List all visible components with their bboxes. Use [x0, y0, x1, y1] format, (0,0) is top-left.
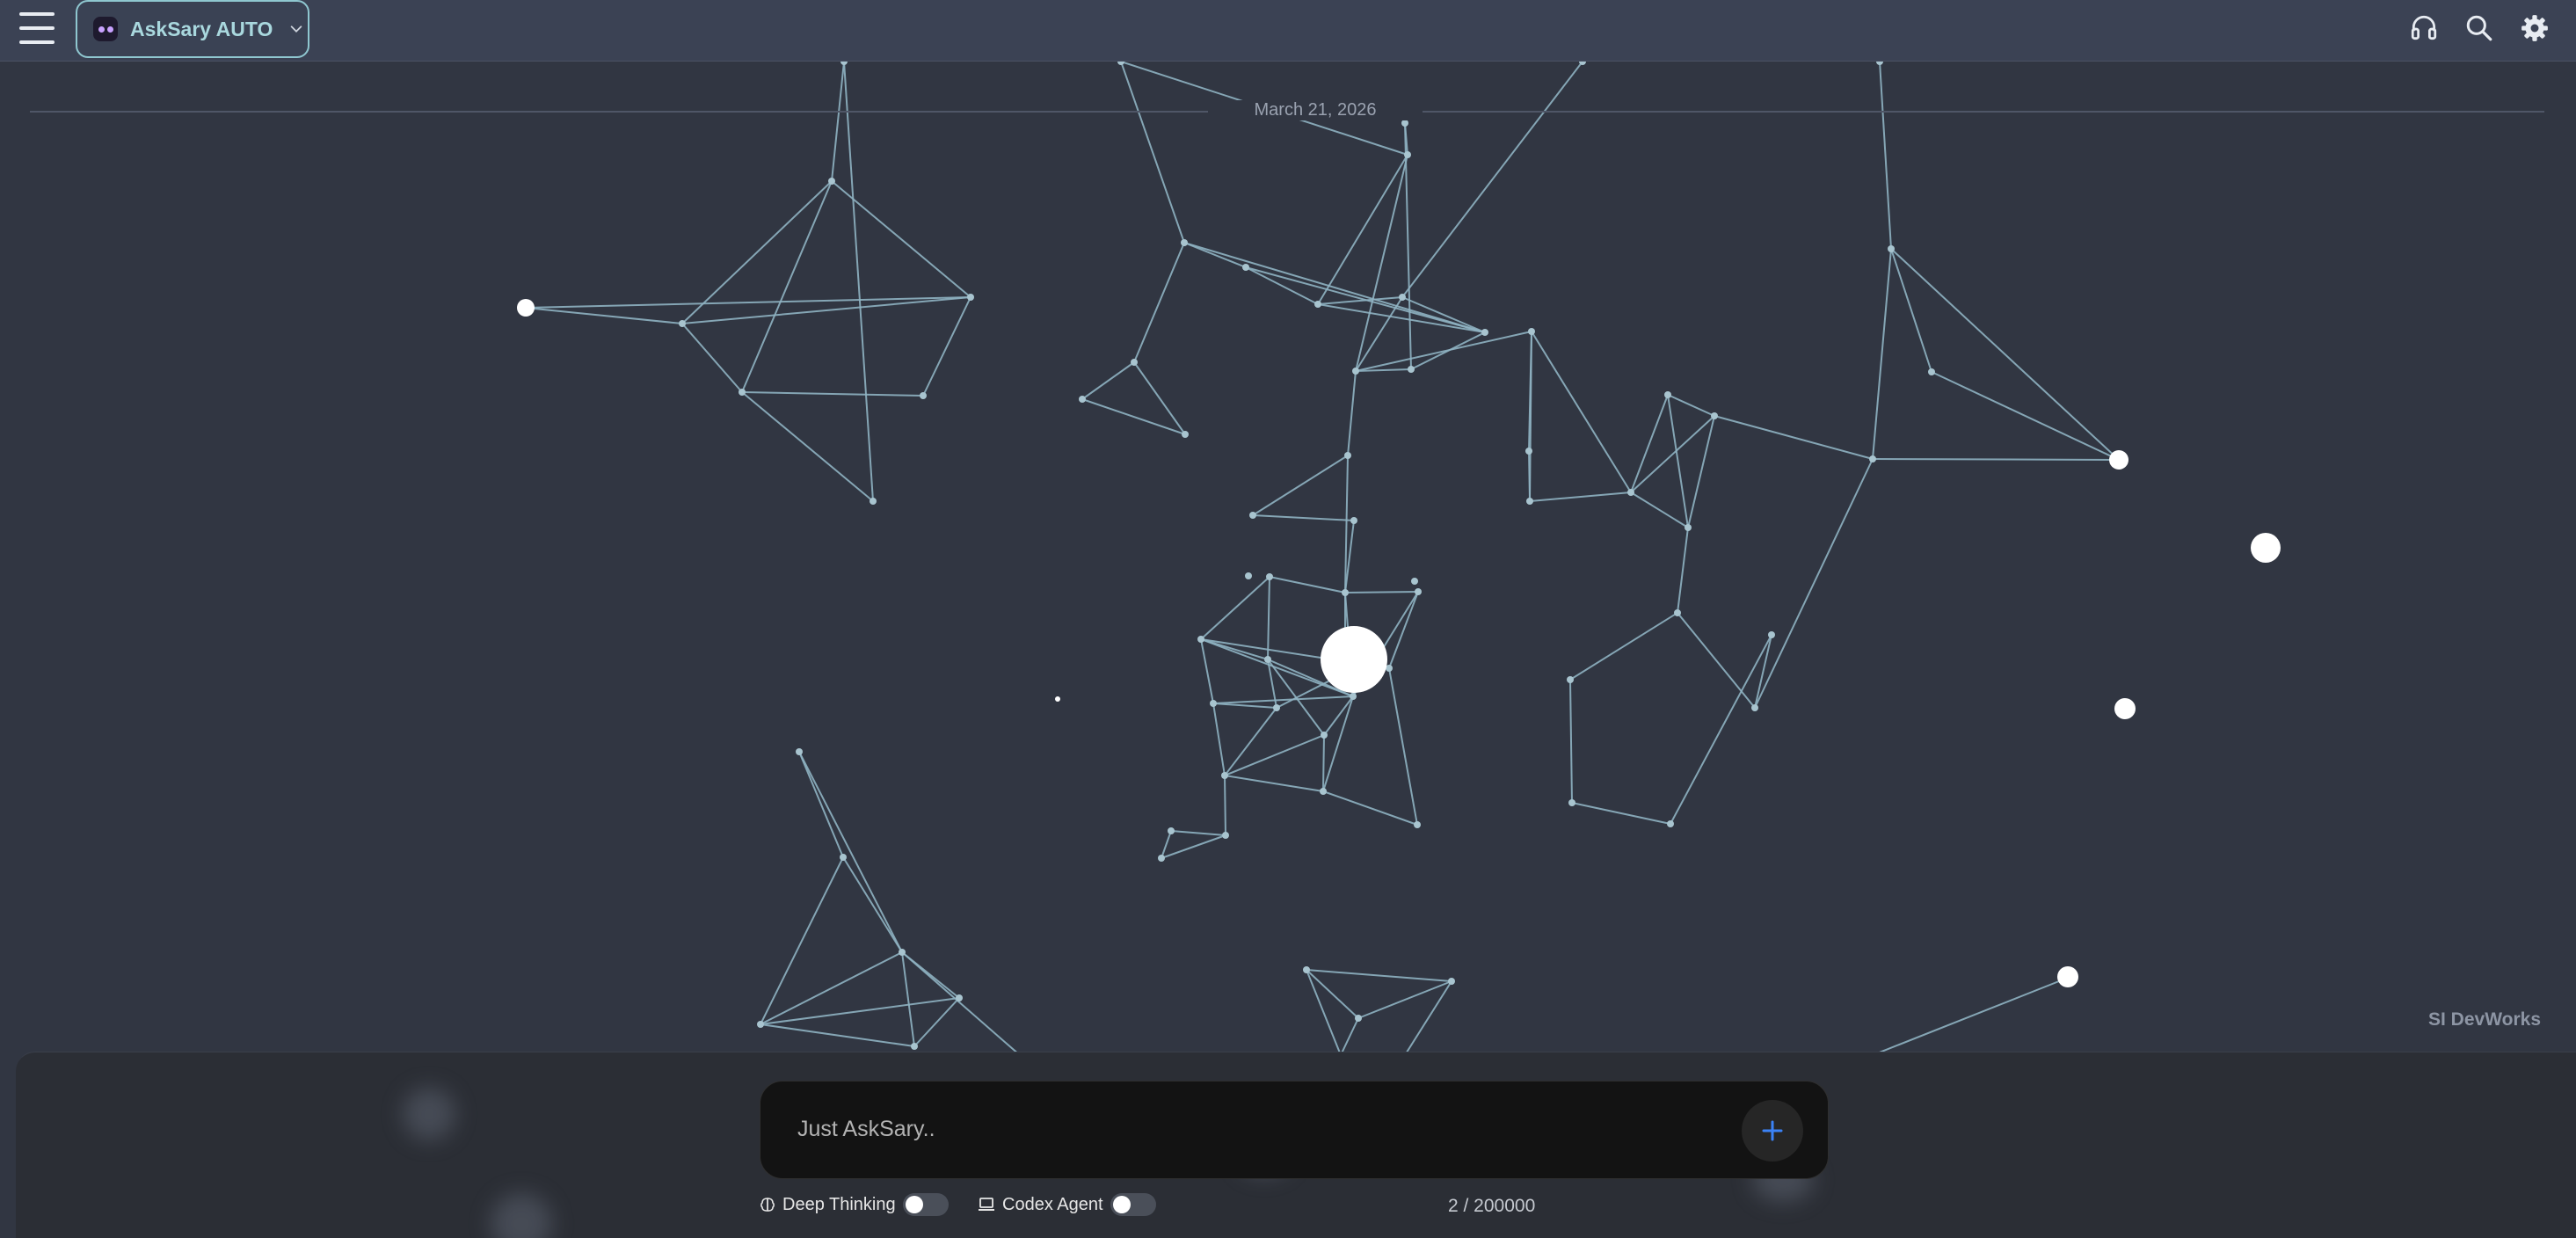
plus-icon	[1762, 1120, 1783, 1141]
deep-thinking-label: Deep Thinking	[782, 1194, 896, 1214]
prompt-box	[760, 1081, 1829, 1179]
model-logo-icon	[93, 17, 118, 41]
date-divider: March 21, 2026	[30, 100, 2544, 123]
codex-agent-label: Codex Agent	[1002, 1194, 1103, 1214]
model-selector[interactable]: AskSary AUTO	[76, 0, 309, 58]
gear-icon[interactable]	[2520, 13, 2550, 43]
prompt-input[interactable]	[796, 1106, 1678, 1152]
menu-icon[interactable]	[19, 12, 55, 44]
brain-icon	[760, 1198, 775, 1212]
character-counter: 2 / 200000	[1448, 1196, 1536, 1216]
composer-controls: Deep Thinking Codex Agent 2 / 200000	[760, 1193, 1829, 1223]
brand-watermark: SI DevWorks	[2428, 1009, 2541, 1030]
codex-agent-control: Codex Agent	[978, 1193, 1156, 1216]
model-name: AskSary AUTO	[130, 17, 273, 40]
composer-panel: Deep Thinking Codex Agent 2 / 200000	[16, 1052, 2576, 1238]
date-label: March 21, 2026	[1208, 100, 1423, 120]
deep-thinking-control: Deep Thinking	[760, 1193, 949, 1216]
headphones-icon[interactable]	[2409, 13, 2439, 43]
network-background	[517, 62, 2281, 1052]
laptop-icon	[979, 1198, 994, 1211]
chevron-down-icon	[291, 25, 302, 33]
search-icon[interactable]	[2464, 13, 2494, 43]
codex-agent-toggle[interactable]	[1110, 1193, 1156, 1216]
deep-thinking-toggle[interactable]	[902, 1193, 949, 1216]
add-button[interactable]	[1742, 1100, 1803, 1162]
top-bar: AskSary AUTO	[0, 0, 2576, 62]
